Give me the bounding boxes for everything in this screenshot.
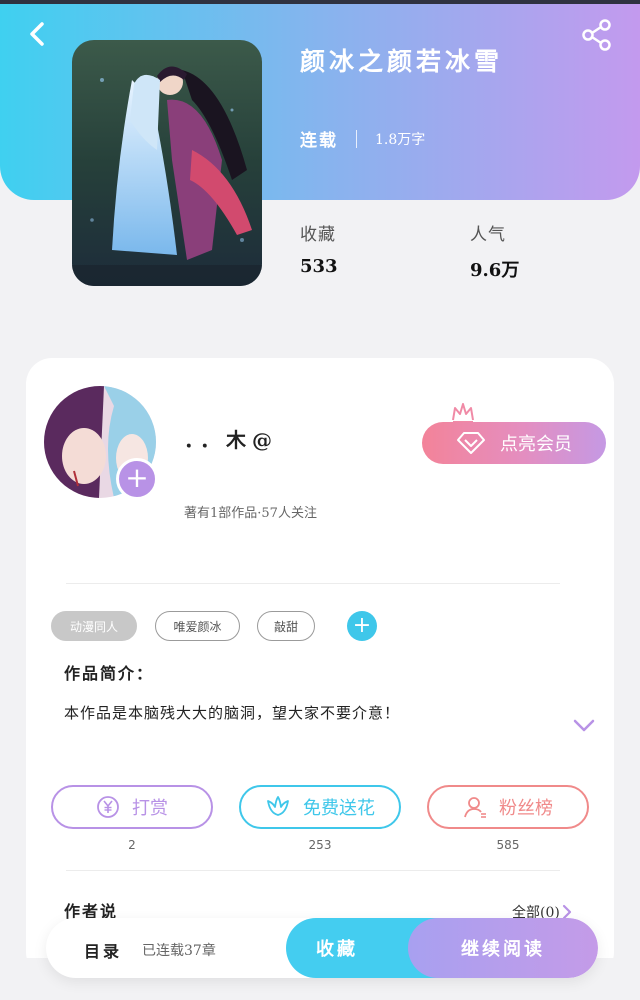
collect-label: 收藏 [316,939,358,960]
add-tag-button[interactable]: + [347,611,377,641]
favorites-value: 533 [300,256,338,277]
follow-author-button[interactable]: + [116,458,158,500]
catalog-button[interactable]: 目录 [84,938,122,962]
divider [66,583,560,584]
meta-divider [356,129,357,148]
serial-status: 连载 [300,131,338,151]
book-cover[interactable] [72,40,262,286]
share-icon[interactable] [580,18,614,52]
tag-item[interactable]: 敲甜 [257,611,315,641]
intro-title: 作品简介： [64,664,155,683]
book-meta: 连载 1.8万字 [300,126,425,151]
fans-count: 585 [496,838,520,852]
yen-coin-icon [97,796,119,818]
send-flower-button[interactable]: 免费送花 [239,785,401,829]
vip-button[interactable]: 点亮会员 [422,422,606,464]
divider [66,870,560,871]
tag-item[interactable]: 动漫同人 [51,611,137,641]
flower-icon [267,796,289,816]
chevron-down-icon[interactable] [572,716,596,736]
popularity-label: 人气 [470,225,506,245]
author-name[interactable]: ．．木@ [184,424,278,453]
reward-button[interactable]: 打赏 [51,785,213,829]
fans-ranking-button[interactable]: 粉丝榜 [427,785,589,829]
vip-button-label: 点亮会员 [500,434,572,455]
chevron-left-icon[interactable] [22,18,54,50]
favorites-label: 收藏 [300,225,336,245]
author-info: 著有1部作品·57人关注 [184,506,317,521]
diamond-icon [457,432,485,454]
tag-item[interactable]: 唯爱颜冰 [155,611,240,641]
user-icon [464,797,486,818]
status-bar [0,0,640,4]
crown-icon [452,403,474,423]
flower-count: 253 [308,838,332,852]
reward-count: 2 [128,838,136,852]
continue-reading-button[interactable]: 继续阅读 [408,918,598,978]
fans-ranking-label: 粉丝榜 [499,798,553,819]
send-flower-label: 免费送花 [303,798,375,819]
continue-reading-label: 继续阅读 [461,939,545,960]
popularity-value: 9.6万 [470,260,520,281]
intro-text: 本作品是本脑残大大的脑洞，望大家不要介意！ [64,704,401,722]
word-count: 1.8万字 [375,131,426,148]
reward-label: 打赏 [132,798,168,819]
book-title: 颜冰之颜若冰雪 [300,47,504,76]
bottom-action-bar: 目录 已连载37章 收藏 继续阅读 [46,918,598,978]
chapter-count: 已连载37章 [142,943,216,959]
